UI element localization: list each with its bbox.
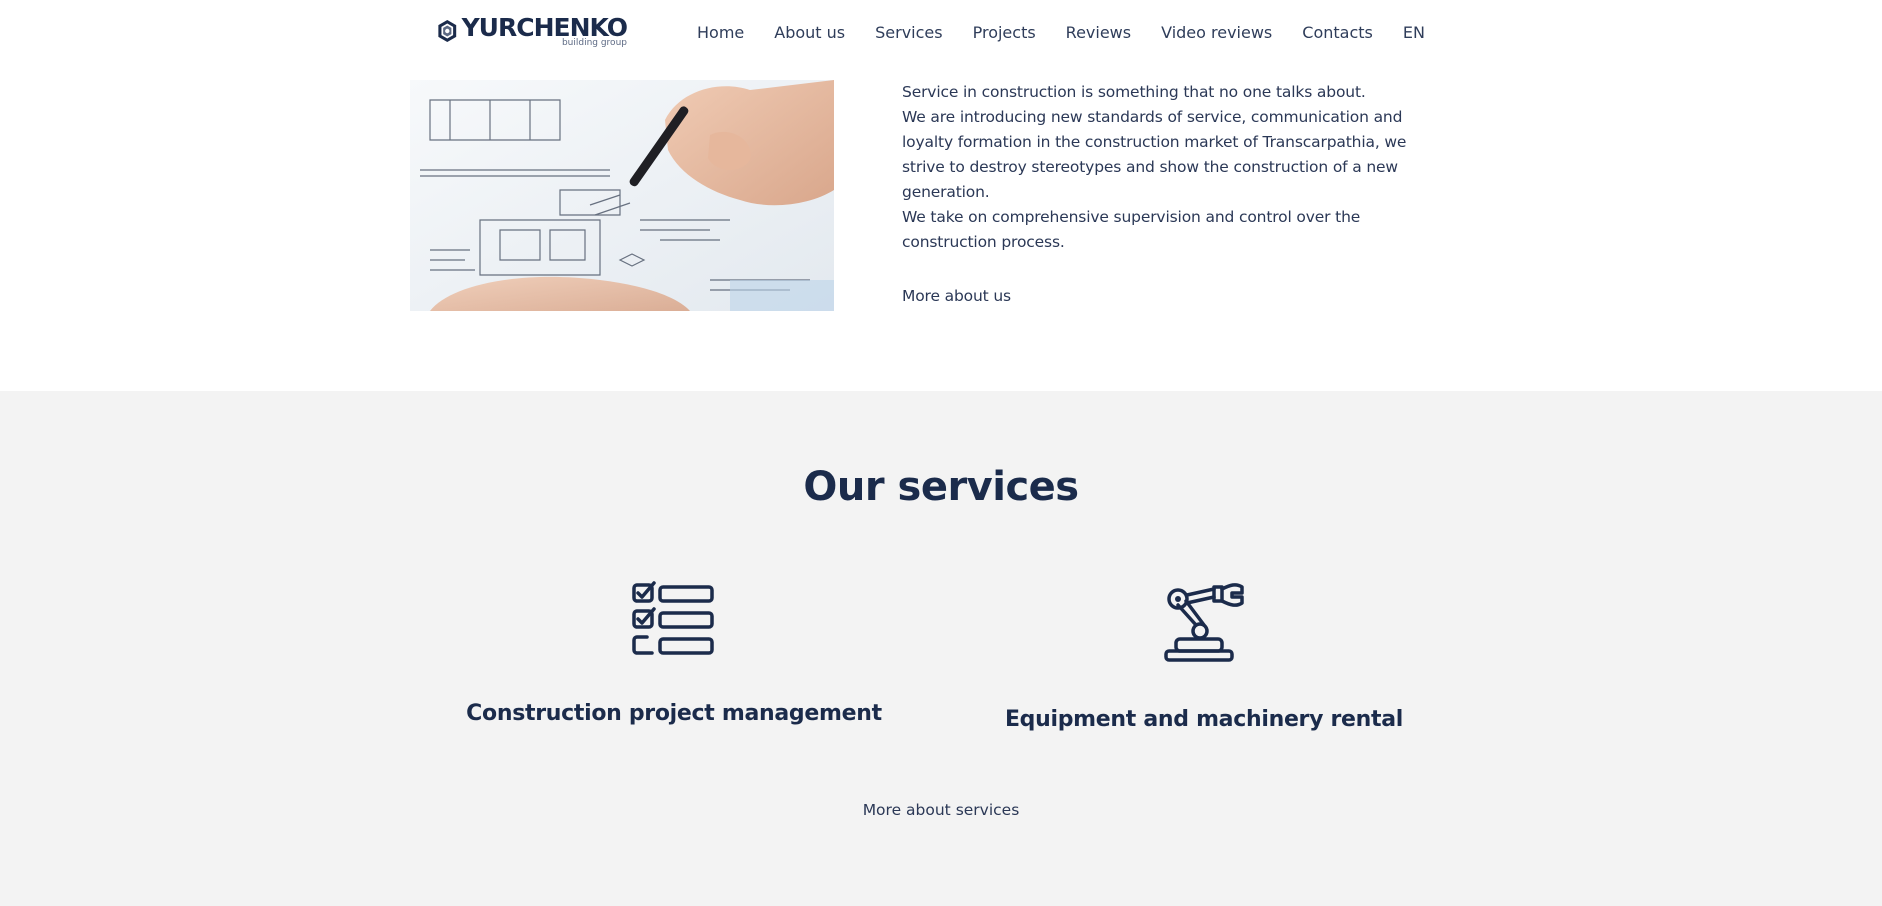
robotic-arm-icon [1164, 583, 1244, 662]
logo-tagline: building group [561, 38, 627, 48]
checklist-icon [632, 581, 714, 655]
services-section: Our services Construction project manage… [0, 391, 1882, 906]
logo[interactable]: YURCHENKO building group [437, 14, 628, 52]
nav-contacts[interactable]: Contacts [1302, 23, 1373, 42]
about-paragraph: We take on comprehensive supervision and… [902, 208, 1361, 251]
service-name: Construction project management [466, 701, 882, 726]
about-description: Service in construction is something tha… [902, 80, 1422, 255]
about-image [410, 80, 834, 311]
service-card-project-management[interactable]: Construction project management [414, 581, 934, 726]
service-name: Equipment and machinery rental [1004, 707, 1404, 732]
more-services-wrap: More about services [0, 801, 1882, 819]
nav-reviews[interactable]: Reviews [1066, 23, 1131, 42]
more-about-services-link[interactable]: More about services [863, 801, 1020, 819]
architect-drawing-photo [410, 80, 834, 311]
services-title: Our services [803, 464, 1079, 510]
service-card-equipment-rental[interactable]: Equipment and machinery rental [944, 581, 1464, 732]
more-about-us-link[interactable]: More about us [902, 287, 1011, 305]
about-paragraph: We are introducing new standards of serv… [902, 108, 1407, 201]
nav-about-us[interactable]: About us [774, 23, 845, 42]
about-paragraph: Service in construction is something tha… [902, 83, 1366, 101]
language-switcher[interactable]: EN [1403, 23, 1425, 42]
nav-services[interactable]: Services [875, 23, 942, 42]
logo-hexagon-icon [438, 20, 457, 42]
nav-projects[interactable]: Projects [973, 23, 1036, 42]
main-nav: Home About us Services Projects Reviews … [697, 20, 1425, 44]
nav-video-reviews[interactable]: Video reviews [1161, 23, 1272, 42]
nav-home[interactable]: Home [697, 23, 744, 42]
site-header: YURCHENKO building group Home About us S… [0, 0, 1882, 62]
